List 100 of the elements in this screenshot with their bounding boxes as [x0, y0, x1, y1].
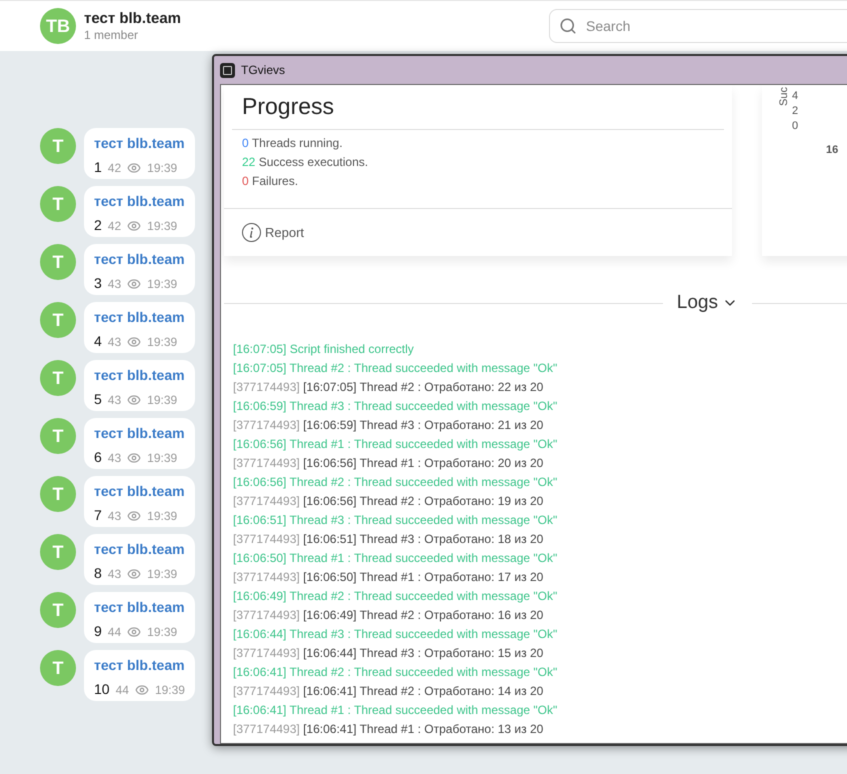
- log-line: [16:06:41] Thread #1 : Thread succeeded with message "Ok": [233, 702, 558, 718]
- info-icon: [242, 223, 261, 242]
- stat-line: 22 Success executions.: [242, 154, 370, 171]
- stat-line: 0 Threads running.: [242, 135, 344, 152]
- message-time: 19:39: [147, 567, 178, 581]
- views-icon: [127, 277, 142, 291]
- views-icon: [127, 567, 142, 581]
- views-icon: [134, 683, 149, 697]
- message-author: тест blb.team: [94, 250, 185, 269]
- message-author: тест blb.team: [94, 656, 185, 675]
- search-field[interactable]: Search: [549, 9, 847, 43]
- view-count: 42: [108, 161, 122, 175]
- user-avatar: T: [40, 302, 76, 338]
- message-author: тест blb.team: [94, 598, 185, 617]
- message-text: 9: [94, 623, 102, 639]
- log-line: [377174493] [16:07:05] Thread #2 : Отработано: 22 из 20: [233, 378, 544, 396]
- user-avatar: T: [40, 186, 76, 222]
- axis-tick: 16: [826, 143, 838, 158]
- message-time: 19:39: [147, 277, 178, 291]
- log-line: [377174493] [16:06:50] Thread #1 : Отработано: 17 из 20: [233, 568, 544, 586]
- message-author: тест blb.team: [94, 540, 185, 559]
- axis-label: Suc: [777, 87, 791, 106]
- message-text: 1: [94, 159, 102, 175]
- message-text: 5: [94, 391, 102, 407]
- views-icon: [127, 451, 142, 465]
- message-time: 19:39: [147, 509, 178, 523]
- log-line: [377174493] [16:06:56] Thread #1 : Отработано: 20 из 20: [233, 454, 544, 472]
- stat-line: 0 Failures.: [242, 173, 300, 190]
- view-count: 43: [108, 335, 122, 349]
- log-line: [377174493] [16:06:51] Thread #3 : Отработано: 18 из 20: [233, 530, 544, 548]
- log-line: [16:06:59] Thread #3 : Thread succeeded with message "Ok": [233, 398, 558, 414]
- message-time: 19:39: [147, 219, 178, 233]
- log-line: [377174493] [16:06:41] Thread #1 : Отработано: 13 из 20: [233, 720, 544, 738]
- views-icon: [127, 509, 142, 523]
- log-line: [16:06:44] Thread #3 : Thread succeeded with message "Ok": [233, 626, 558, 642]
- views-icon: [127, 393, 142, 407]
- user-avatar: T: [40, 418, 76, 454]
- message-time: 19:39: [147, 625, 178, 639]
- view-count: 43: [108, 277, 122, 291]
- message-text: 2: [94, 217, 102, 233]
- message-author: тест blb.team: [94, 424, 185, 443]
- message-author: тест blb.team: [94, 366, 185, 385]
- log-line: [16:06:50] Thread #1 : Thread succeeded with message "Ok": [233, 550, 558, 566]
- logs-toggle[interactable]: Logs: [662, 289, 752, 318]
- member-count: 1 member: [84, 28, 140, 42]
- message-author: тест blb.team: [94, 308, 185, 327]
- axis-tick: 4: [792, 89, 798, 104]
- axis-tick: 2: [792, 104, 798, 119]
- log-line: [16:07:05] Script finished correctly: [233, 340, 415, 358]
- user-avatar: T: [40, 650, 76, 686]
- view-count: 43: [108, 567, 122, 581]
- view-count: 43: [108, 509, 122, 523]
- window-title: TGvievs: [241, 62, 286, 79]
- message-time: 19:39: [147, 393, 178, 407]
- view-count: 43: [108, 393, 122, 407]
- log-line: [16:06:51] Thread #3 : Thread succeeded with message "Ok": [233, 512, 558, 528]
- user-avatar: T: [40, 476, 76, 512]
- message-text: 10: [94, 681, 110, 697]
- views-icon: [127, 219, 142, 233]
- log-line: [16:07:05] Thread #2 : Thread succeeded with message "Ok": [233, 360, 558, 376]
- view-count: 43: [108, 451, 122, 465]
- user-avatar: T: [40, 534, 76, 570]
- message-time: 19:39: [147, 335, 178, 349]
- views-icon: [127, 161, 142, 175]
- log-line: [377174493] [16:06:44] Thread #3 : Отработано: 15 из 20: [233, 644, 544, 662]
- progress-title: Progress: [241, 92, 336, 121]
- log-line: [377174493] [16:06:59] Thread #3 : Отработано: 21 из 20: [233, 416, 544, 434]
- view-count: 42: [108, 219, 122, 233]
- views-icon: [127, 625, 142, 639]
- axis-tick: 0: [792, 119, 798, 134]
- message-author: тест blb.team: [94, 192, 185, 211]
- chat-title: тест blb.team: [84, 10, 182, 28]
- log-line: [377174493] [16:06:56] Thread #2 : Отработано: 19 из 20: [233, 492, 544, 510]
- report-link[interactable]: Report: [265, 222, 304, 242]
- message-text: 3: [94, 275, 102, 291]
- user-avatar: T: [40, 128, 76, 164]
- search-icon: [559, 17, 577, 35]
- log-line: [377174493] [16:06:49] Thread #2 : Отработано: 16 из 20: [233, 606, 544, 624]
- user-avatar: T: [40, 244, 76, 280]
- message-text: 7: [94, 507, 102, 523]
- log-line: [16:06:56] Thread #2 : Thread succeeded with message "Ok": [233, 474, 558, 490]
- log-line: [16:06:56] Thread #1 : Thread succeeded with message "Ok": [233, 436, 558, 452]
- message-time: 19:39: [147, 451, 178, 465]
- message-text: 6: [94, 449, 102, 465]
- message-time: 19:39: [154, 683, 185, 697]
- message-author: тест blb.team: [94, 134, 185, 153]
- user-avatar: T: [40, 592, 76, 628]
- message-text: 4: [94, 333, 102, 349]
- message-author: тест blb.team: [94, 482, 185, 501]
- view-count: 44: [116, 683, 129, 697]
- app-logo-icon: [220, 62, 235, 78]
- user-avatar: T: [40, 360, 76, 396]
- chat-avatar: TB: [40, 8, 76, 44]
- log-line: [16:06:41] Thread #2 : Thread succeeded with message "Ok": [233, 664, 558, 680]
- log-line: [377174493] [16:06:41] Thread #2 : Отработано: 14 из 20: [233, 682, 544, 700]
- view-count: 44: [108, 625, 122, 639]
- views-icon: [127, 335, 142, 349]
- log-line: [16:06:49] Thread #2 : Thread succeeded with message "Ok": [233, 588, 558, 604]
- message-time: 19:39: [147, 161, 178, 175]
- message-text: 8: [94, 565, 102, 581]
